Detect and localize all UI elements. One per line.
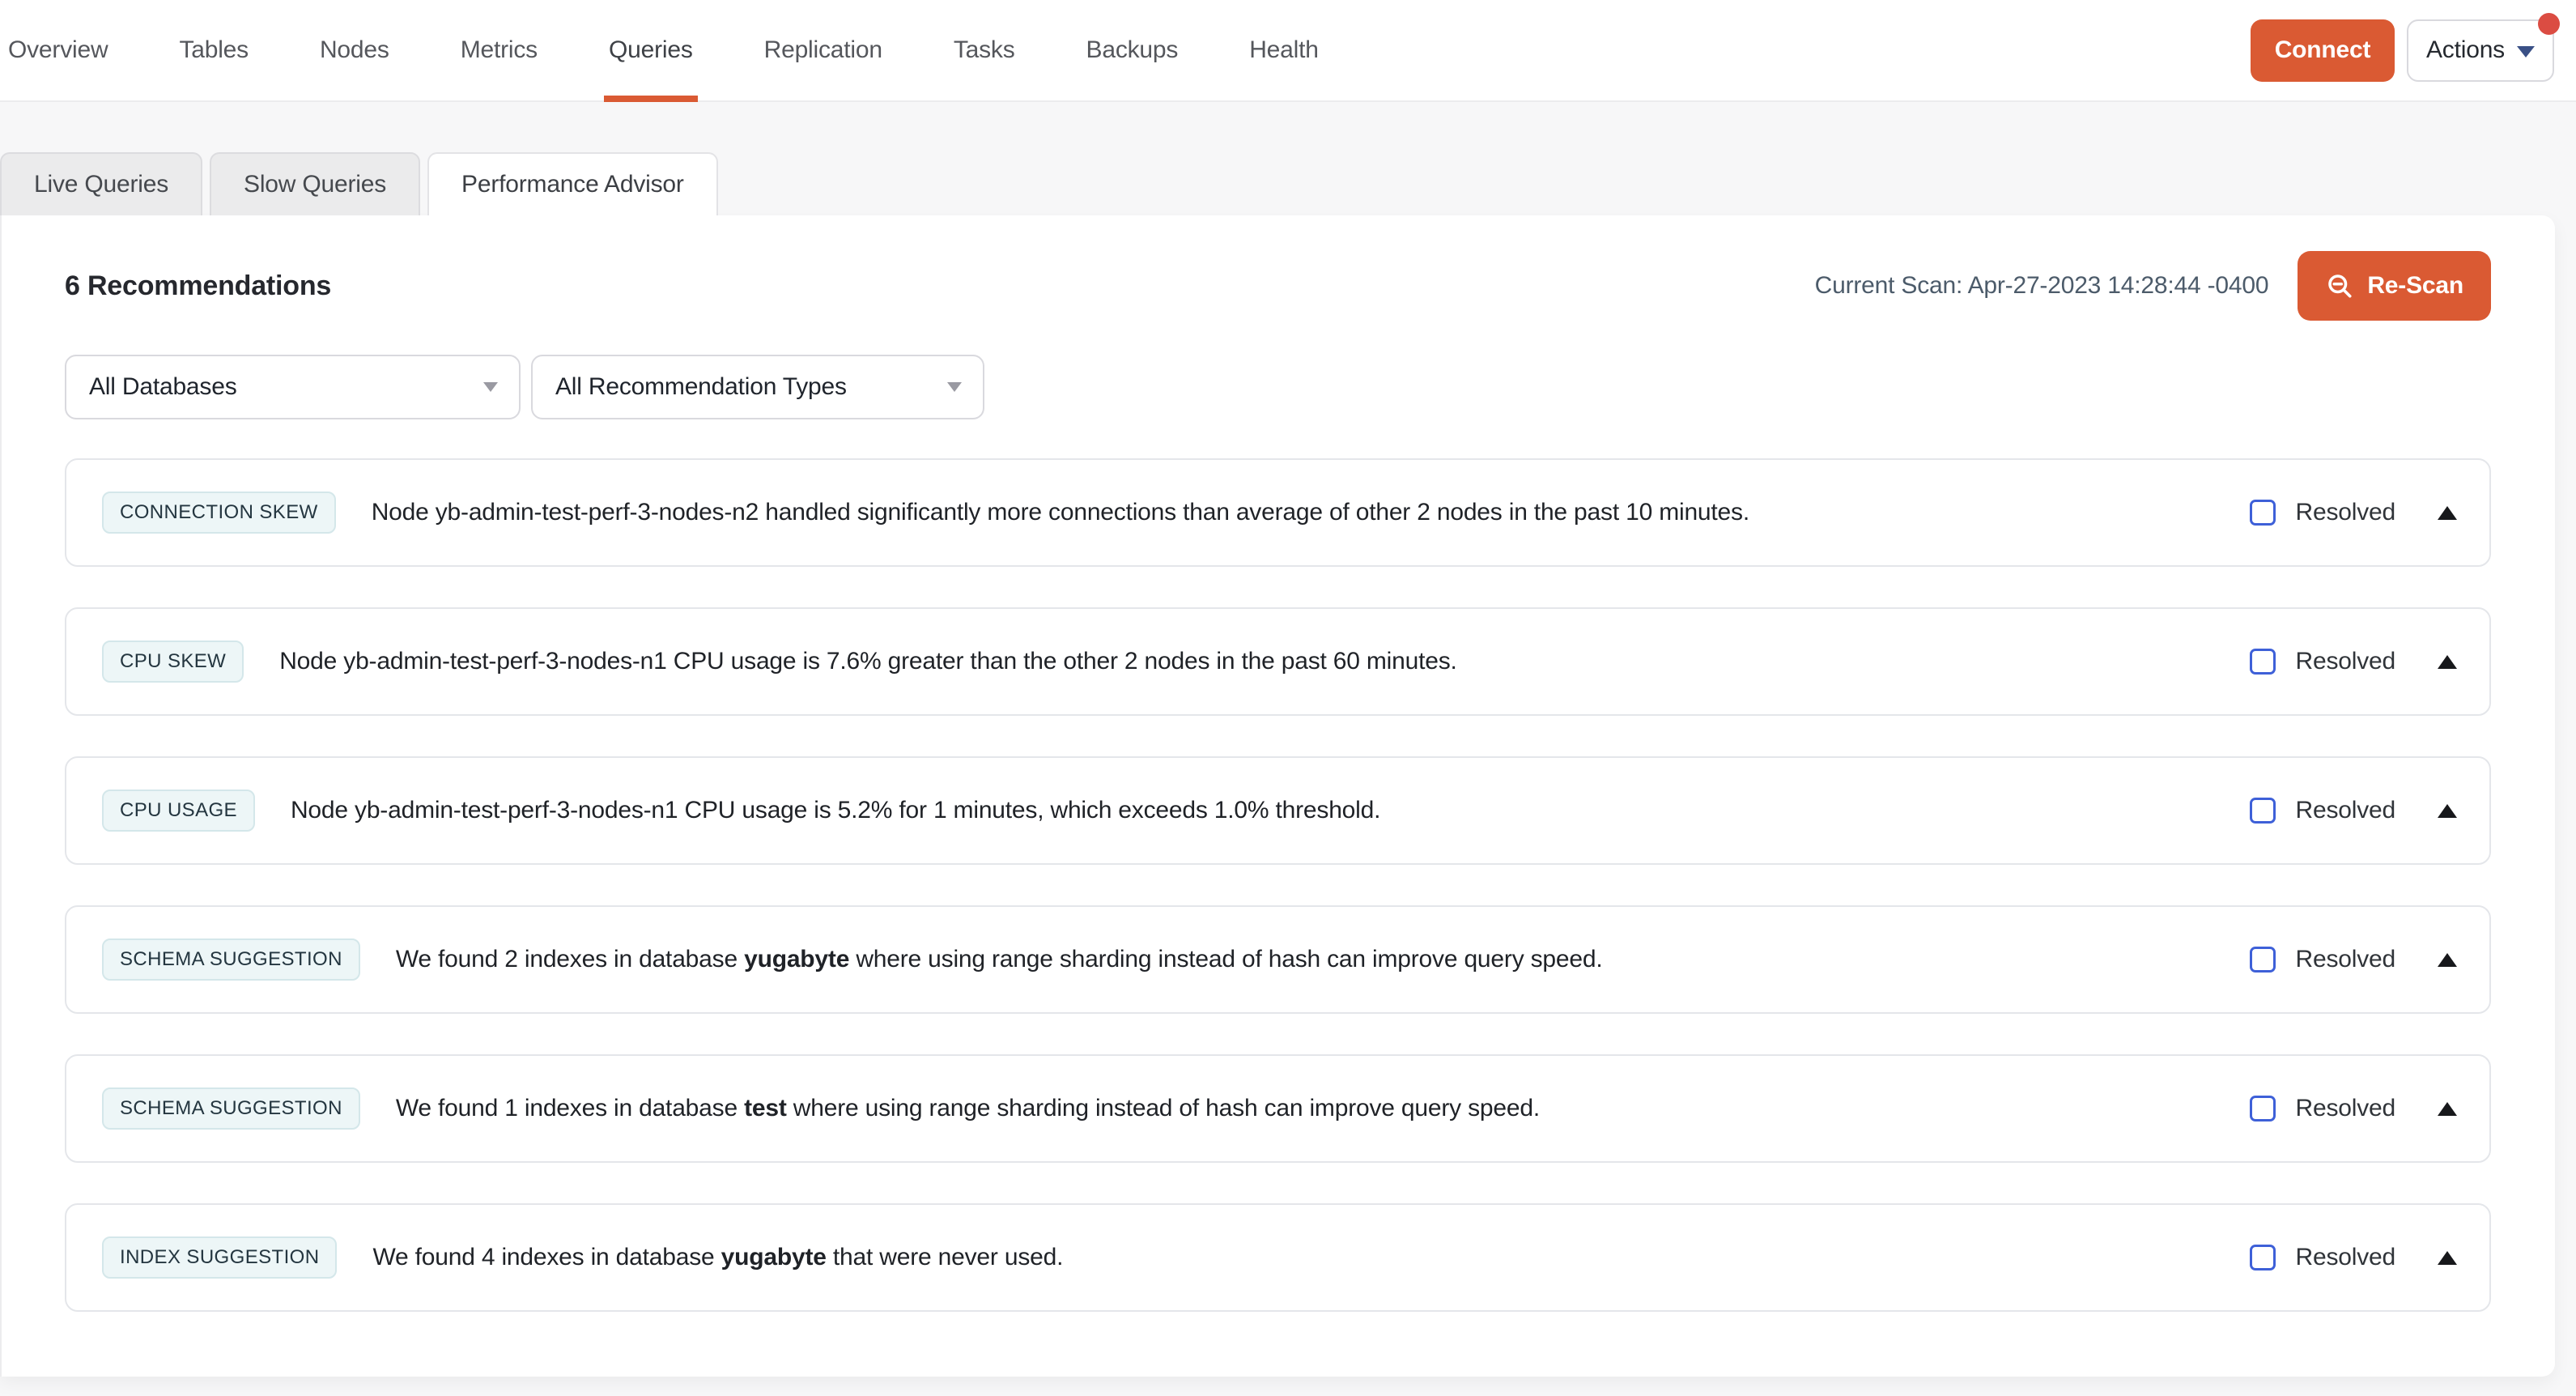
- connect-button[interactable]: Connect: [2251, 19, 2395, 82]
- resolved-label: Resolved: [2296, 1095, 2395, 1122]
- actions-dropdown-button[interactable]: Actions: [2407, 19, 2554, 82]
- caret-down-icon: [483, 382, 498, 392]
- resolved-checkbox[interactable]: [2250, 500, 2276, 526]
- nav-actions-group: Connect Actions: [2251, 0, 2554, 100]
- tab-live-queries[interactable]: Live Queries: [0, 152, 202, 215]
- recommendation-card: CPU SKEW Node yb-admin-test-perf-3-nodes…: [65, 607, 2491, 716]
- recommendation-message: We found 4 indexes in database yugabyte …: [372, 1244, 1063, 1271]
- recommendation-card: SCHEMA SUGGESTION We found 1 indexes in …: [65, 1054, 2491, 1163]
- nav-item-replication[interactable]: Replication: [764, 0, 882, 100]
- recommendation-controls: Resolved: [2250, 797, 2457, 824]
- recommendation-badge: SCHEMA SUGGESTION: [102, 1087, 360, 1130]
- resolved-checkbox[interactable]: [2250, 947, 2276, 973]
- recommendation-controls: Resolved: [2250, 499, 2457, 526]
- caret-down-icon: [947, 382, 962, 392]
- tab-slow-queries[interactable]: Slow Queries: [210, 152, 420, 215]
- magnifier-minus-icon: [2325, 271, 2354, 300]
- resolved-checkbox[interactable]: [2250, 1245, 2276, 1270]
- recommendation-controls: Resolved: [2250, 946, 2457, 973]
- recommendation-controls: Resolved: [2250, 1244, 2457, 1271]
- recommendation-badge: CPU USAGE: [102, 790, 255, 832]
- tab-performance-advisor[interactable]: Performance Advisor: [427, 152, 718, 215]
- resolved-checkbox[interactable]: [2250, 649, 2276, 675]
- recommendation-badge: CPU SKEW: [102, 641, 244, 683]
- nav-item-health[interactable]: Health: [1249, 0, 1319, 100]
- resolved-label: Resolved: [2296, 1244, 2395, 1271]
- recommendation-card: INDEX SUGGESTION We found 4 indexes in d…: [65, 1203, 2491, 1312]
- nav-item-queries[interactable]: Queries: [609, 0, 693, 100]
- triangle-up-icon[interactable]: [2438, 506, 2457, 520]
- recommendation-badge: SCHEMA SUGGESTION: [102, 938, 360, 981]
- nav-item-overview[interactable]: Overview: [8, 0, 108, 100]
- nav-item-nodes[interactable]: Nodes: [320, 0, 389, 100]
- recommendation-card: CPU USAGE Node yb-admin-test-perf-3-node…: [65, 756, 2491, 865]
- page-content: Live Queries Slow Queries Performance Ad…: [0, 152, 2576, 1377]
- recommendation-message: We found 2 indexes in database yugabyte …: [396, 946, 1603, 973]
- recommendation-message: We found 1 indexes in database test wher…: [396, 1095, 1540, 1122]
- triangle-up-icon[interactable]: [2438, 1251, 2457, 1265]
- resolved-label: Resolved: [2296, 946, 2395, 973]
- recommendation-type-filter-select[interactable]: All Recommendation Types: [531, 355, 984, 419]
- nav-item-metrics[interactable]: Metrics: [461, 0, 538, 100]
- resolved-label: Resolved: [2296, 648, 2395, 675]
- recommendation-message: Node yb-admin-test-perf-3-nodes-n2 handl…: [372, 499, 1749, 526]
- caret-down-icon: [2517, 46, 2535, 57]
- recommendation-badge: CONNECTION SKEW: [102, 492, 336, 534]
- triangle-up-icon[interactable]: [2438, 655, 2457, 669]
- recommendations-count-title: 6 Recommendations: [65, 270, 331, 302]
- rescan-label: Re-Scan: [2367, 272, 2463, 300]
- performance-advisor-panel: 6 Recommendations Current Scan: Apr-27-2…: [0, 215, 2555, 1377]
- triangle-up-icon[interactable]: [2438, 1102, 2457, 1116]
- panel-header: 6 Recommendations Current Scan: Apr-27-2…: [65, 251, 2491, 321]
- nav-item-tables[interactable]: Tables: [179, 0, 249, 100]
- resolved-checkbox[interactable]: [2250, 798, 2276, 824]
- recommendation-message: Node yb-admin-test-perf-3-nodes-n1 CPU u…: [291, 797, 1380, 824]
- resolved-checkbox[interactable]: [2250, 1096, 2276, 1121]
- nav-item-backups[interactable]: Backups: [1086, 0, 1179, 100]
- primary-nav: Overview Tables Nodes Metrics Queries Re…: [8, 0, 1319, 100]
- recommendation-message: Node yb-admin-test-perf-3-nodes-n1 CPU u…: [279, 648, 1456, 675]
- recommendation-controls: Resolved: [2250, 648, 2457, 675]
- triangle-up-icon[interactable]: [2438, 804, 2457, 818]
- recommendation-card: CONNECTION SKEW Node yb-admin-test-perf-…: [65, 458, 2491, 567]
- database-filter-select[interactable]: All Databases: [65, 355, 521, 419]
- rescan-button[interactable]: Re-Scan: [2298, 251, 2491, 321]
- recommendation-badge: INDEX SUGGESTION: [102, 1236, 337, 1279]
- triangle-up-icon[interactable]: [2438, 953, 2457, 967]
- current-scan-timestamp: Current Scan: Apr-27-2023 14:28:44 -0400: [1815, 272, 2269, 300]
- recommendation-type-filter-value: All Recommendation Types: [555, 373, 847, 401]
- queries-tab-bar: Live Queries Slow Queries Performance Ad…: [0, 152, 2576, 215]
- scan-area: Current Scan: Apr-27-2023 14:28:44 -0400…: [1815, 251, 2491, 321]
- actions-label: Actions: [2426, 36, 2505, 64]
- resolved-label: Resolved: [2296, 797, 2395, 824]
- database-filter-value: All Databases: [89, 373, 237, 401]
- recommendations-list: CONNECTION SKEW Node yb-admin-test-perf-…: [65, 458, 2491, 1312]
- resolved-label: Resolved: [2296, 499, 2395, 526]
- top-nav: Overview Tables Nodes Metrics Queries Re…: [0, 0, 2576, 102]
- recommendation-card: SCHEMA SUGGESTION We found 2 indexes in …: [65, 905, 2491, 1014]
- nav-item-tasks[interactable]: Tasks: [954, 0, 1015, 100]
- recommendation-controls: Resolved: [2250, 1095, 2457, 1122]
- notification-dot: [2538, 13, 2560, 35]
- filters-row: All Databases All Recommendation Types: [65, 355, 2491, 419]
